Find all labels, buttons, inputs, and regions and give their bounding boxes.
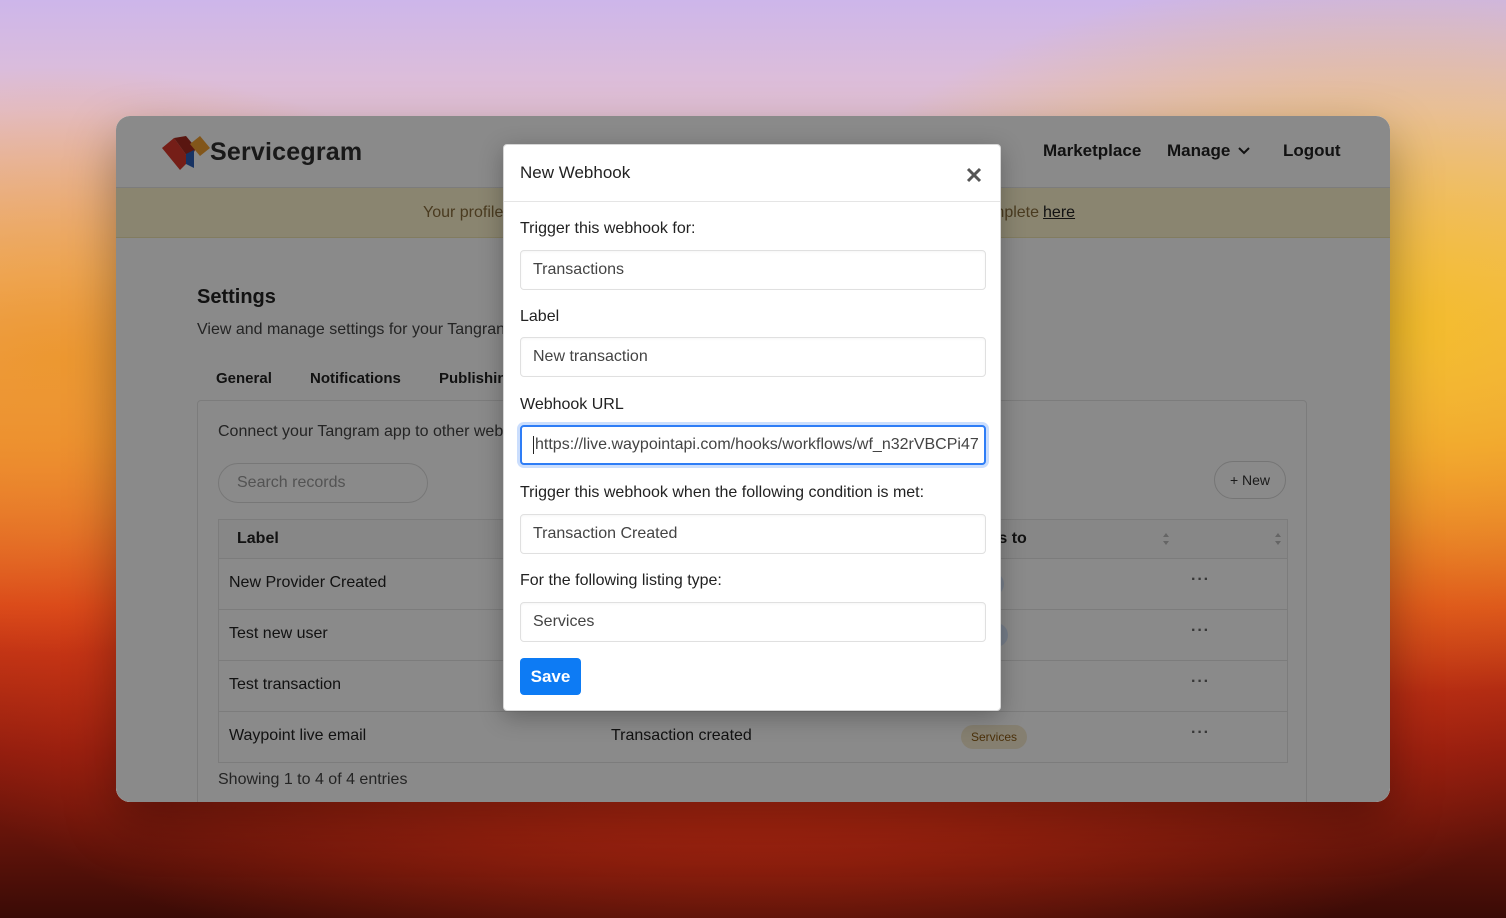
listing-type-label: For the following listing type: (520, 572, 722, 589)
webhook-url-input[interactable]: https://live.waypointapi.com/hooks/workf… (520, 425, 986, 465)
label-input[interactable]: New transaction (520, 337, 986, 377)
listing-type-select[interactable]: Services (520, 602, 986, 642)
trigger-for-select[interactable]: Transactions (520, 250, 986, 290)
webhook-url-value: https://live.waypointapi.com/hooks/workf… (535, 436, 979, 453)
new-webhook-modal: New Webhook Trigger this webhook for: Tr… (503, 144, 1001, 711)
label-field-label: Label (520, 308, 560, 325)
trigger-for-label: Trigger this webhook for: (520, 220, 696, 237)
save-button[interactable]: Save (520, 658, 581, 695)
condition-select[interactable]: Transaction Created (520, 514, 986, 554)
condition-label: Trigger this webhook when the following … (520, 484, 925, 501)
text-caret (533, 435, 534, 454)
webhook-url-label: Webhook URL (520, 396, 624, 413)
close-icon[interactable] (966, 167, 982, 183)
modal-title: New Webhook (520, 163, 631, 182)
modal-header: New Webhook (504, 145, 1000, 202)
